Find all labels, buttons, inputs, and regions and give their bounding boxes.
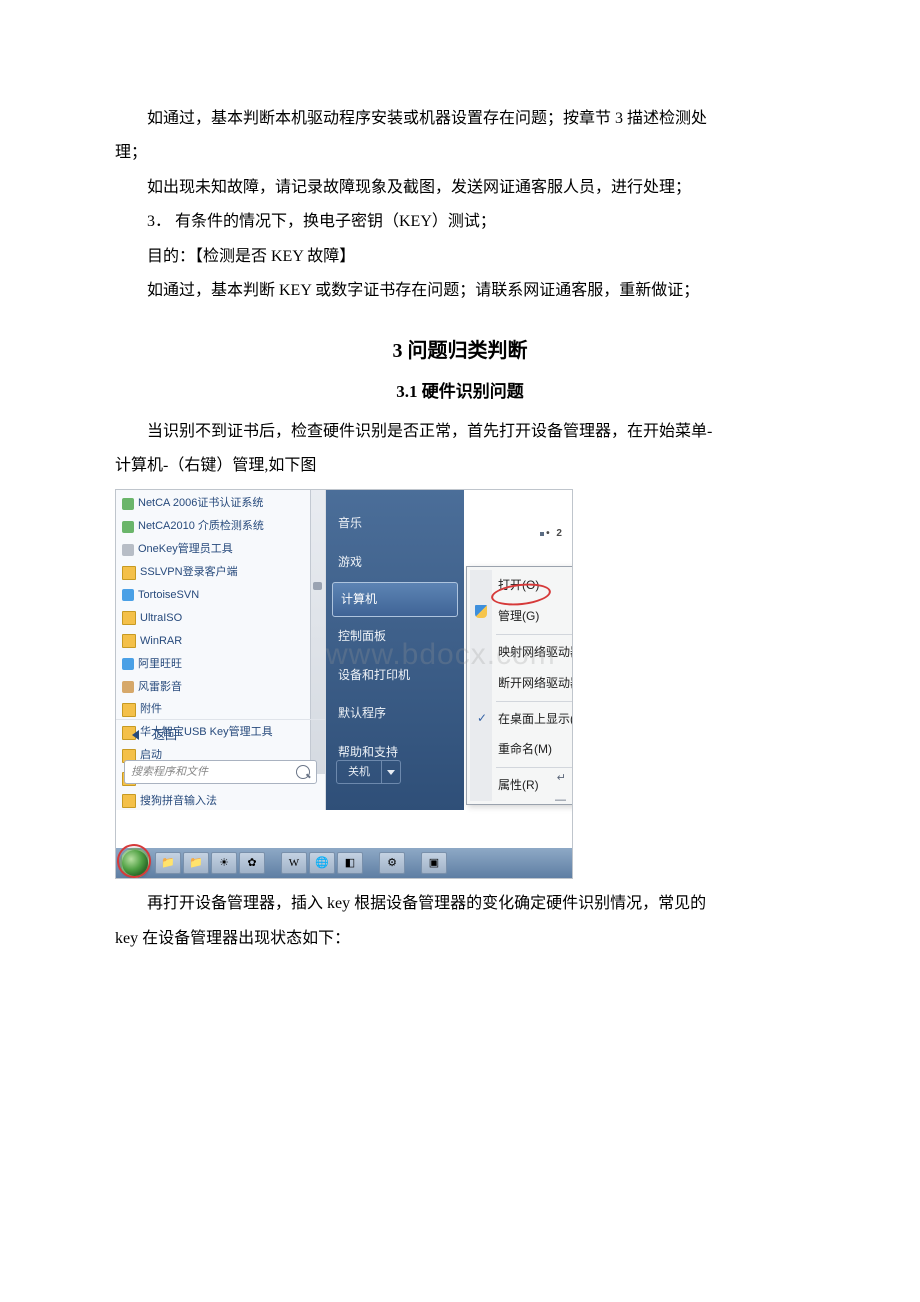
app-icon [122, 681, 134, 693]
back-label: 返回 [153, 724, 177, 747]
taskbar-button[interactable]: ✿ [239, 852, 265, 874]
folder-icon [122, 703, 136, 717]
folder-icon [122, 566, 136, 580]
context-item-map-drive[interactable]: 映射网络驱动器(N)... [470, 637, 573, 668]
paragraph-4: 目的：【检测是否 KEY 故障】 [115, 242, 805, 272]
paragraph-3: 3． 有条件的情况下，换电子密钥（KEY）测试； [115, 207, 805, 237]
right-item-default-programs[interactable]: 默认程序 [326, 694, 464, 733]
shutdown-button[interactable]: 关机 [336, 760, 401, 784]
folder-icon [122, 634, 136, 648]
figure-extra-marks: • 2 [540, 524, 564, 543]
paragraph-6-line1: 当识别不到证书后，检查硬件识别是否正常，首先打开设备管理器，在开始菜单- [115, 417, 805, 447]
start-menu-screenshot: NetCA 2006证书认证系统 NetCA2010 介质检测系统 OneKey… [115, 489, 573, 879]
paragraph-1-line1: 如通过，基本判断本机驱动程序安装或机器设置存在问题；按章节 3 描述检测处 [115, 104, 805, 134]
app-icon [122, 498, 134, 510]
app-icon [122, 544, 134, 556]
program-label: SSLVPN登录客户端 [140, 562, 238, 583]
context-item-manage[interactable]: 管理(G) [470, 601, 573, 632]
program-label: 风雷影音 [138, 677, 182, 698]
program-item[interactable]: UltraISO [122, 607, 321, 630]
heading-3: 3.1 硬件识别问题 [115, 376, 805, 408]
taskbar-button[interactable]: ◧ [337, 852, 363, 874]
program-label: WinRAR [140, 631, 182, 652]
program-item[interactable]: NetCA2010 介质检测系统 [122, 515, 321, 538]
context-item-disconnect-drive[interactable]: 断开网络驱动器(C)... [470, 668, 573, 699]
app-icon [122, 521, 134, 533]
program-item[interactable]: 搜狗拼音输入法 [122, 790, 321, 813]
shutdown-dropdown-icon[interactable] [381, 761, 400, 783]
program-label: UltraISO [140, 608, 182, 629]
taskbar-button[interactable]: W [281, 852, 307, 874]
figure-return-mark: ↵ [557, 768, 566, 789]
program-item[interactable]: 附件 [122, 698, 321, 721]
context-item-show-on-desktop[interactable]: 在桌面上显示(S) [470, 704, 573, 735]
start-menu-programs-panel: NetCA 2006证书认证系统 NetCA2010 介质检测系统 OneKey… [116, 490, 326, 810]
figure-return-mark2: — [555, 790, 566, 811]
context-menu-separator [496, 701, 573, 702]
program-label: OneKey管理员工具 [138, 539, 233, 560]
paragraph-1-line2: 理； [115, 138, 805, 168]
taskbar-button[interactable]: ▣ [421, 852, 447, 874]
document-page: 如通过，基本判断本机驱动程序安装或机器设置存在问题；按章节 3 描述检测处 理；… [0, 0, 920, 1302]
program-item[interactable]: OneKey管理员工具 [122, 538, 321, 561]
taskbar-button[interactable]: 🌐 [309, 852, 335, 874]
program-item[interactable]: 风雷影音 [122, 676, 321, 699]
paragraph-6-line2: 计算机-（右键）管理,如下图 [115, 451, 805, 481]
program-label: NetCA 2006证书认证系统 [138, 493, 263, 514]
folder-icon [122, 611, 136, 625]
right-item-devices[interactable]: 设备和打印机 [326, 656, 464, 695]
program-label: NetCA2010 介质检测系统 [138, 516, 264, 537]
folder-icon [122, 794, 136, 808]
taskbar-button[interactable]: ⚙ [379, 852, 405, 874]
paragraph-7-line1: 再打开设备管理器，插入 key 根据设备管理器的变化确定硬件识别情况，常见的 [115, 889, 805, 919]
paragraph-2: 如出现未知故障，请记录故障现象及截图，发送网证通客服人员，进行处理； [115, 173, 805, 203]
right-item-games[interactable]: 游戏 [326, 543, 464, 582]
scroll-thumb[interactable] [313, 582, 322, 590]
app-icon [122, 589, 134, 601]
taskbar-button[interactable]: 📁 [183, 852, 209, 874]
right-item-computer[interactable]: 计算机 [332, 582, 458, 617]
back-arrow-icon [132, 730, 139, 740]
search-placeholder: 搜索程序和文件 [131, 762, 208, 783]
start-menu-right-panel: 音乐 游戏 计算机 控制面板 设备和打印机 默认程序 帮助和支持 关机 [326, 490, 464, 810]
context-menu-separator [496, 634, 573, 635]
back-button[interactable]: 返回 [116, 719, 325, 750]
program-item[interactable]: WinRAR [122, 630, 321, 653]
search-input[interactable]: 搜索程序和文件 [124, 760, 317, 784]
search-icon [296, 765, 310, 779]
taskbar-button[interactable]: 📁 [155, 852, 181, 874]
context-item-rename[interactable]: 重命名(M) [470, 734, 573, 765]
program-label: 阿里旺旺 [138, 654, 182, 675]
taskbar-button[interactable]: ☀ [211, 852, 237, 874]
program-item[interactable]: 阿里旺旺 [122, 653, 321, 676]
heading-2: 3 问题归类判断 [115, 332, 805, 370]
figure-container: NetCA 2006证书认证系统 NetCA2010 介质检测系统 OneKey… [115, 489, 805, 879]
program-label: 附件 [140, 699, 162, 720]
shutdown-label: 关机 [337, 762, 381, 783]
program-label: 搜狗拼音输入法 [140, 791, 217, 812]
app-icon [122, 658, 134, 670]
taskbar: 📁 📁 ☀ ✿ W 🌐 ◧ ⚙ ▣ [116, 848, 572, 878]
paragraph-5: 如通过，基本判断 KEY 或数字证书存在问题；请联系网证通客服，重新做证； [115, 276, 805, 306]
paragraph-7-line2: key 在设备管理器出现状态如下： [115, 924, 805, 954]
program-item[interactable]: TortoiseSVN [122, 584, 321, 607]
figure-whitespace [573, 489, 805, 879]
program-label: TortoiseSVN [138, 585, 199, 606]
program-item[interactable]: NetCA 2006证书认证系统 [122, 492, 321, 515]
right-item-control-panel[interactable]: 控制面板 [326, 617, 464, 656]
program-item[interactable]: SSLVPN登录客户端 [122, 561, 321, 584]
right-item-music[interactable]: 音乐 [326, 504, 464, 543]
